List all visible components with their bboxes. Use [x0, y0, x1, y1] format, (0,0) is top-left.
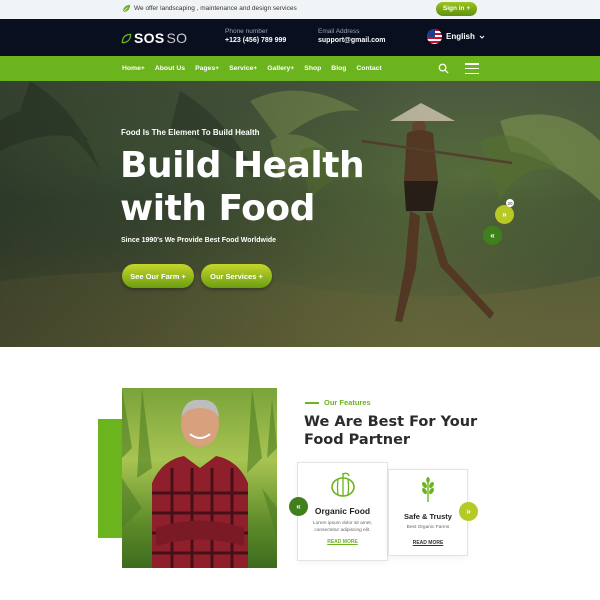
organic-food-title: Organic Food: [314, 506, 371, 516]
nav-item-pages[interactable]: Pages+: [195, 65, 219, 72]
hero-headline-line1: Build Health: [120, 145, 365, 186]
nav-item-blog[interactable]: Blog: [331, 65, 346, 72]
language-selector[interactable]: English: [427, 29, 485, 44]
hero-headline-line2: with Food: [120, 188, 315, 229]
hero-banner: Food Is The Element To Build Health Buil…: [0, 81, 600, 347]
top-message: We offer landscaping , maintenance and d…: [122, 4, 297, 13]
language-label: English: [446, 32, 475, 41]
leaf-icon: [122, 4, 131, 13]
nav-item-shop[interactable]: Shop: [304, 65, 321, 72]
nav-item-home[interactable]: Home+: [122, 65, 145, 72]
features-next-button[interactable]: »: [459, 502, 478, 521]
email-value[interactable]: support@gmail.com: [318, 36, 386, 45]
site-logo[interactable]: SOS SO: [121, 30, 187, 46]
features-title-line2: Food Partner: [304, 432, 411, 448]
top-message-text: We offer landscaping , maintenance and d…: [134, 5, 297, 12]
wheat-icon: [422, 477, 434, 502]
organic-food-desc-line2: consectetur adipiscing elit.: [314, 528, 371, 533]
features-title-line1: We Are Best For Your: [304, 414, 478, 430]
safe-trusty-desc: Best Organic Farms: [406, 525, 450, 530]
sign-in-button[interactable]: Sign in +: [436, 2, 477, 16]
feature-card-safe[interactable]: Safe & Trusty Best Organic Farms READ MO…: [388, 469, 468, 556]
site-header: SOS SO Phone number +123 (456) 789 999 Em…: [0, 19, 600, 56]
phone-label: Phone number: [225, 28, 268, 35]
farmer-photo: [122, 388, 277, 568]
logo-text-part2: SO: [166, 30, 188, 46]
leaf-logo-icon: [121, 33, 132, 43]
pumpkin-icon: [330, 472, 355, 497]
farmer-portrait-image: [122, 388, 277, 568]
nav-items: Home+ About Us Pages+ Service+ Gallery+ …: [122, 56, 392, 81]
organic-food-desc: Lorem ipsum dolor sit amet, consectetur …: [298, 520, 387, 534]
decorative-green-bar: [98, 419, 122, 538]
hero-subline: Since 1990's We Provide Best Food Worldw…: [121, 237, 277, 244]
label-dash: [305, 401, 319, 404]
nav-item-service[interactable]: Service+: [229, 65, 257, 72]
feature-card-organic[interactable]: Organic Food Lorem ipsum dolor sit amet,…: [297, 462, 388, 561]
safe-read-more-link[interactable]: READ MORE: [389, 540, 467, 546]
features-label: Our Features: [305, 398, 371, 407]
hero-headline: Build Health with Food: [120, 144, 365, 230]
see-our-farm-button[interactable]: See Our Farm +: [122, 264, 194, 288]
hero-next-button[interactable]: »: [495, 205, 514, 224]
phone-block: Phone number +123 (456) 789 999: [225, 27, 286, 45]
safe-trusty-title: Safe & Trusty: [404, 512, 452, 521]
features-prev-button[interactable]: «: [289, 497, 308, 516]
features-title: We Are Best For Your Food Partner: [304, 413, 477, 449]
organic-read-more-link[interactable]: READ MORE: [298, 539, 387, 545]
our-services-button[interactable]: Our Services +: [201, 264, 272, 288]
nav-item-contact[interactable]: Contact: [356, 65, 381, 72]
slide-count-badge: 20: [506, 199, 514, 207]
nav-item-gallery[interactable]: Gallery+: [267, 65, 294, 72]
logo-text-part1: SOS: [134, 30, 165, 46]
chevron-down-icon: [479, 35, 485, 39]
menu-icon[interactable]: [465, 63, 479, 74]
main-nav: Home+ About Us Pages+ Service+ Gallery+ …: [0, 56, 600, 81]
top-strip: We offer landscaping , maintenance and d…: [0, 0, 600, 19]
hero-eyebrow: Food Is The Element To Build Health: [121, 128, 260, 137]
email-block: Email Address support@gmail.com: [318, 27, 386, 45]
features-label-text: Our Features: [324, 398, 371, 407]
search-icon[interactable]: [438, 63, 449, 74]
page: We offer landscaping , maintenance and d…: [0, 0, 600, 600]
hero-prev-button[interactable]: «: [483, 226, 502, 245]
email-label: Email Address: [318, 28, 360, 35]
nav-item-about[interactable]: About Us: [155, 65, 185, 72]
phone-value[interactable]: +123 (456) 789 999: [225, 36, 286, 45]
organic-food-desc-line1: Lorem ipsum dolor sit amet,: [312, 521, 373, 526]
us-flag-icon: [427, 29, 442, 44]
